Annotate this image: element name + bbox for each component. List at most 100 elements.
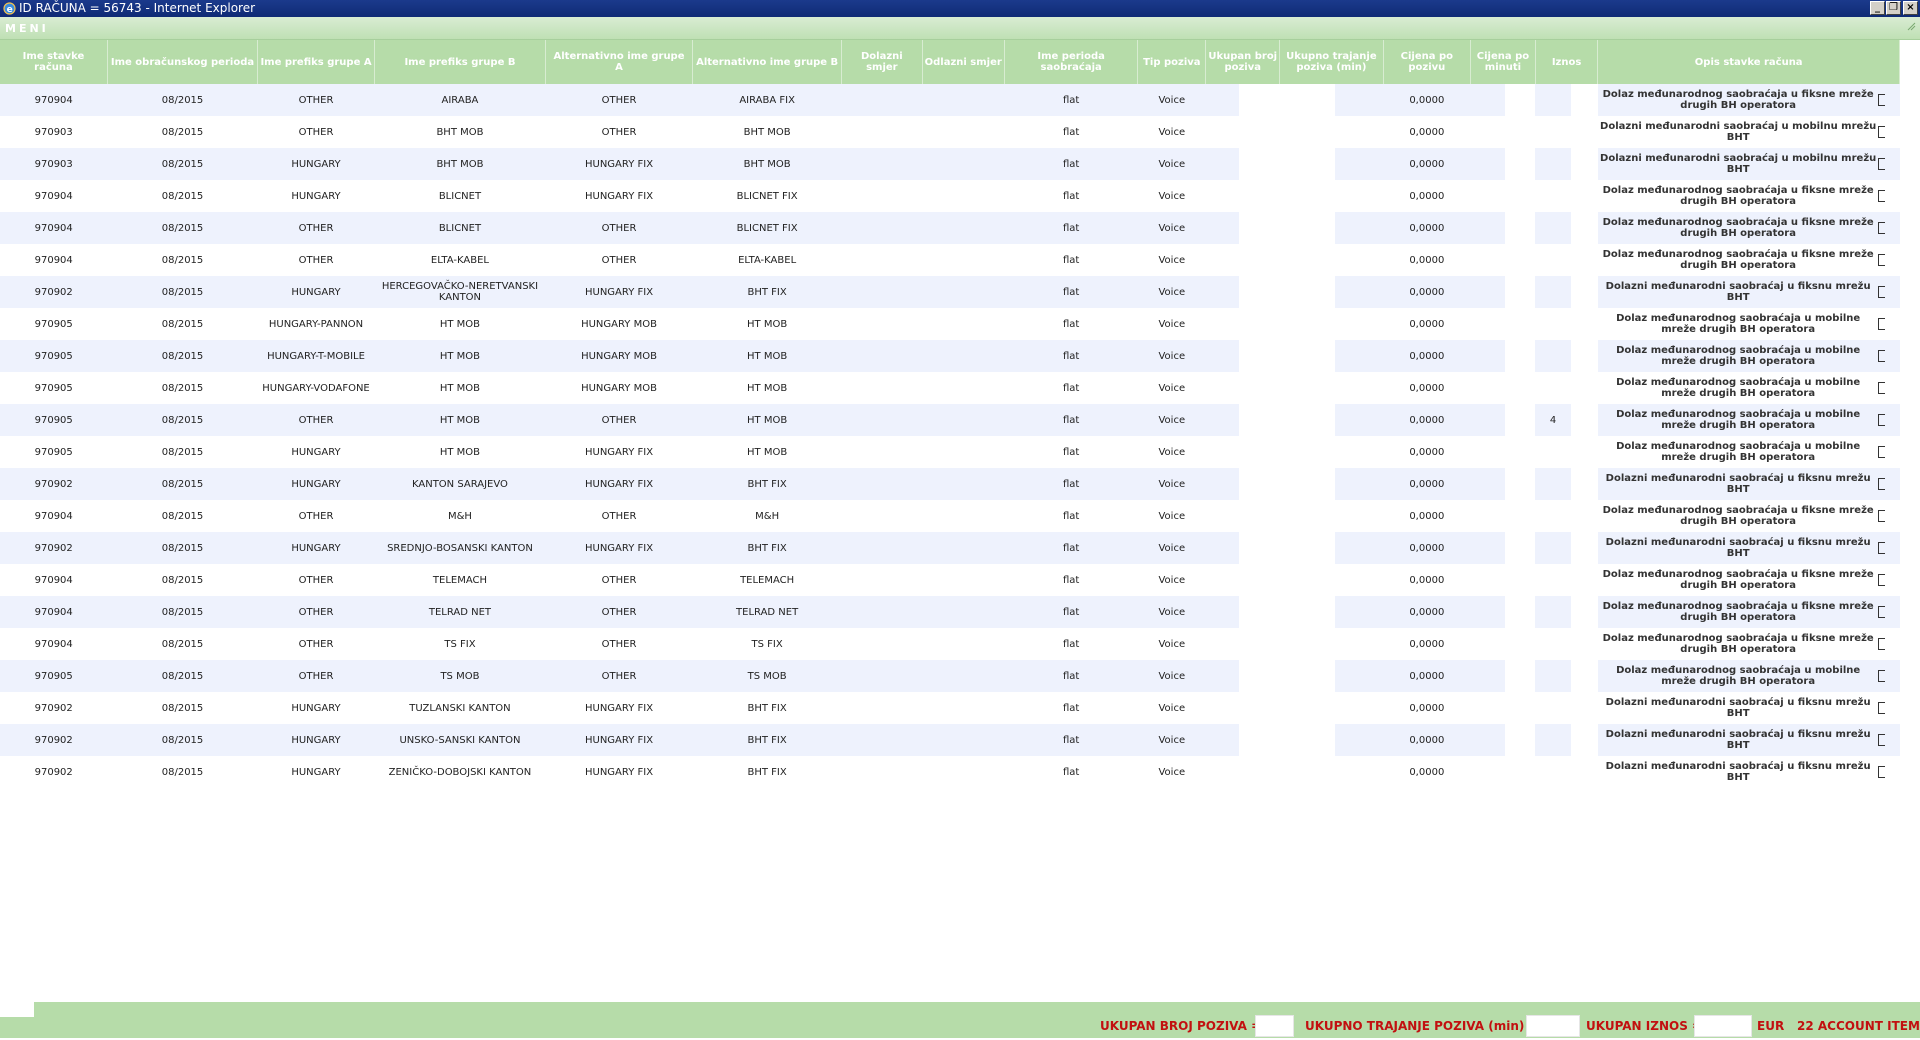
column-header[interactable]: Ime stavke računa: [0, 40, 108, 84]
table-row[interactable]: 970905 08/2015 HUNGARY-VODAFONE HT MOB HUNGA…: [0, 372, 1900, 404]
row-select-checkbox[interactable]: [1878, 628, 1899, 660]
blank-cell: [1239, 436, 1280, 468]
column-header[interactable]: Ukupno trajanje poziva (min): [1279, 40, 1384, 84]
row-select-checkbox[interactable]: [1878, 500, 1899, 532]
column-header[interactable]: Ukupan broj poziva: [1205, 40, 1281, 84]
table-row[interactable]: 970905 08/2015 HUNGARY HT MOB HUNGARY FIX HT …: [0, 436, 1900, 468]
table-row[interactable]: 970904 08/2015 OTHER BLICNET OTHER BLICNET FI…: [0, 212, 1900, 244]
table-row[interactable]: 970902 08/2015 HUNGARY TUZLANSKI KANTON HUNG…: [0, 692, 1900, 724]
column-header[interactable]: Ime prefiks grupe B: [374, 40, 546, 84]
checkbox-icon[interactable]: [1878, 413, 1886, 426]
row-select-checkbox[interactable]: [1878, 468, 1900, 500]
column-header[interactable]: Iznos: [1535, 40, 1599, 84]
checkbox-icon[interactable]: [1878, 541, 1886, 554]
table-row[interactable]: 970903 08/2015 OTHER BHT MOB OTHER BHT MOB fla…: [0, 116, 1900, 148]
column-header[interactable]: Odlazni smjer: [922, 40, 1005, 84]
call-type-cell: Voice: [1158, 190, 1186, 202]
total-calls-field[interactable]: [1255, 1015, 1294, 1037]
total-duration-cell: [1279, 404, 1336, 436]
column-header[interactable]: Opis stavke računa: [1597, 40, 1900, 84]
row-select-checkbox[interactable]: [1878, 724, 1900, 756]
row-select-checkbox[interactable]: [1878, 756, 1899, 788]
column-header[interactable]: Cijena po minuti: [1470, 40, 1536, 84]
table-row[interactable]: 970904 08/2015 OTHER AIRABA OTHER AIRABA FIX f…: [0, 84, 1900, 116]
checkbox-icon[interactable]: [1878, 221, 1886, 234]
checkbox-icon[interactable]: [1878, 253, 1886, 266]
item-number-cell: 970904: [34, 190, 73, 202]
row-select-checkbox[interactable]: [1878, 276, 1900, 308]
column-header[interactable]: Ime perioda saobraćaja: [1004, 40, 1139, 84]
period-cell: 08/2015: [161, 382, 204, 394]
row-select-checkbox[interactable]: [1878, 340, 1900, 372]
table-row[interactable]: 970903 08/2015 HUNGARY BHT MOB HUNGARY FIX BH…: [0, 148, 1900, 180]
row-select-checkbox[interactable]: [1878, 116, 1899, 148]
row-select-checkbox[interactable]: [1878, 436, 1899, 468]
total-amount-field[interactable]: [1694, 1015, 1752, 1037]
checkbox-icon[interactable]: [1878, 669, 1886, 682]
table-row[interactable]: 970904 08/2015 OTHER TELEMACH OTHER TELEMACH f…: [0, 564, 1900, 596]
checkbox-icon[interactable]: [1878, 509, 1886, 522]
table-row[interactable]: 970905 08/2015 OTHER TS MOB OTHER TS MOB flat V…: [0, 660, 1900, 692]
blank-cell: [1570, 628, 1598, 660]
table-row[interactable]: 970905 08/2015 HUNGARY-PANNON HT MOB HUNGARY…: [0, 308, 1900, 340]
checkbox-icon[interactable]: [1878, 477, 1886, 490]
row-select-checkbox[interactable]: [1878, 596, 1900, 628]
row-select-checkbox[interactable]: [1878, 404, 1900, 436]
table-row[interactable]: 970902 08/2015 HUNGARY ZENIČKO-DOBOJSKI KAN…: [0, 756, 1900, 788]
checkbox-icon[interactable]: [1878, 93, 1886, 106]
checkbox-icon[interactable]: [1878, 285, 1886, 298]
checkbox-icon[interactable]: [1878, 637, 1886, 650]
row-select-checkbox[interactable]: [1878, 564, 1899, 596]
checkbox-icon[interactable]: [1878, 125, 1886, 138]
table-row[interactable]: 970902 08/2015 HUNGARY HERCEGOVAČKO-NERETVA…: [0, 276, 1900, 308]
minimize-button[interactable]: _: [1870, 1, 1885, 15]
table-row[interactable]: 970904 08/2015 OTHER M&H OTHER M&H flat Voice 0,…: [0, 500, 1900, 532]
table-row[interactable]: 970905 08/2015 HUNGARY-T-MOBILE HT MOB HUNGA…: [0, 340, 1900, 372]
row-select-checkbox[interactable]: [1878, 660, 1900, 692]
total-calls-cell: [1205, 724, 1240, 756]
checkbox-icon[interactable]: [1878, 445, 1886, 458]
row-select-checkbox[interactable]: [1878, 148, 1900, 180]
table-row[interactable]: 970904 08/2015 OTHER TS FIX OTHER TS FIX flat V…: [0, 628, 1900, 660]
total-duration-field[interactable]: [1526, 1015, 1580, 1037]
row-select-checkbox[interactable]: [1878, 84, 1900, 116]
row-select-checkbox[interactable]: [1878, 244, 1899, 276]
table-row[interactable]: 970904 08/2015 OTHER ELTA-KABEL OTHER ELTA-KA…: [0, 244, 1900, 276]
checkbox-icon[interactable]: [1878, 157, 1886, 170]
menu-button[interactable]: MENI: [5, 22, 49, 35]
checkbox-icon[interactable]: [1878, 605, 1886, 618]
row-select-checkbox[interactable]: [1878, 692, 1899, 724]
restore-button[interactable]: ❐: [1886, 1, 1901, 15]
row-select-checkbox[interactable]: [1878, 308, 1899, 340]
row-select-checkbox[interactable]: [1878, 372, 1899, 404]
table-row[interactable]: 970905 08/2015 OTHER HT MOB OTHER HT MOB flat V…: [0, 404, 1900, 436]
column-header[interactable]: Cijena po pozivu: [1383, 40, 1472, 84]
column-header[interactable]: Ime prefiks grupe A: [257, 40, 375, 84]
blank-cell: [1570, 468, 1598, 500]
table-row[interactable]: 970904 08/2015 OTHER TELRAD NET OTHER TELRAD …: [0, 596, 1900, 628]
column-header[interactable]: Alternativno ime grupe B: [692, 40, 843, 84]
column-header[interactable]: Dolazni smjer: [841, 40, 923, 84]
resize-grip-icon[interactable]: [1906, 21, 1916, 31]
table-row[interactable]: 970902 08/2015 HUNGARY UNSKO-SANSKI KANTON H…: [0, 724, 1900, 756]
checkbox-icon[interactable]: [1878, 381, 1886, 394]
close-button[interactable]: ×: [1903, 1, 1918, 15]
row-select-checkbox[interactable]: [1878, 212, 1900, 244]
checkbox-icon[interactable]: [1878, 733, 1886, 746]
checkbox-icon[interactable]: [1878, 701, 1886, 714]
table-row[interactable]: 970902 08/2015 HUNGARY KANTON SARAJEVO HUNGA…: [0, 468, 1900, 500]
column-header[interactable]: Alternativno ime grupe A: [545, 40, 694, 84]
checkbox-icon[interactable]: [1878, 765, 1886, 778]
checkbox-icon[interactable]: [1878, 189, 1886, 202]
item-number-cell: 970905: [34, 318, 73, 330]
table-row[interactable]: 970904 08/2015 HUNGARY BLICNET HUNGARY FIX BL…: [0, 180, 1900, 212]
checkbox-icon[interactable]: [1878, 317, 1886, 330]
table-row[interactable]: 970902 08/2015 HUNGARY SREDNJO-BOSANSKI KAN…: [0, 532, 1900, 564]
column-header[interactable]: Ime obračunskog perioda: [107, 40, 259, 84]
checkbox-icon[interactable]: [1878, 349, 1886, 362]
checkbox-icon[interactable]: [1878, 573, 1886, 586]
row-select-checkbox[interactable]: [1878, 532, 1900, 564]
column-header[interactable]: Tip poziva: [1137, 40, 1207, 84]
blank-cell: [1239, 724, 1280, 756]
row-select-checkbox[interactable]: [1878, 180, 1899, 212]
